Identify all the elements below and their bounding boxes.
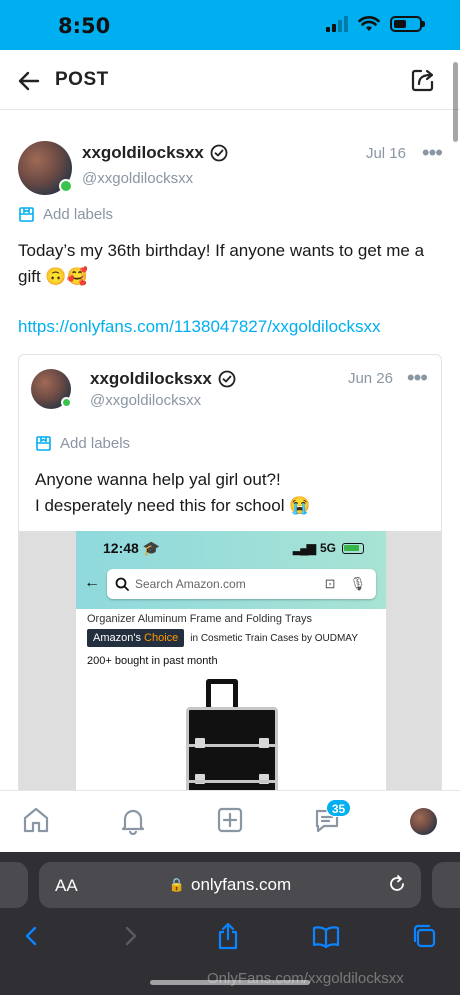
quoted-post[interactable]: xxgoldilocksxx @xxgoldilocksxx Jun 26 ••… [18,354,442,814]
author-handle[interactable]: @xxgoldilocksxx [82,170,193,187]
reload-icon[interactable] [387,874,407,894]
quoted-text-line-1: Anyone wanna help yal girl out?! [35,470,281,489]
messages-count-badge: 35 [326,799,351,817]
verified-icon [210,144,228,162]
quoted-author-name-text: xxgoldilocksxx [90,369,212,388]
bottom-nav: 35 [0,790,460,852]
amazon-choice-badge: Amazon's Choice [87,629,185,647]
amazon-choice-row: Amazon's Choice in Cosmetic Train Cases … [87,629,358,647]
bookmark-label-icon [36,436,51,451]
amazon-status-icons: ▂▄▆ 5G [293,541,364,555]
browser-share-icon[interactable] [214,922,242,950]
back-arrow-icon[interactable] [16,68,42,94]
page-header: POST [0,50,460,110]
microphone-icon: 🎙 [349,576,366,591]
status-icons [326,16,425,32]
amazon-header: 12:48 🎓 ▂▄▆ 5G ← Search Amazon.com ⊡ 🎙 [76,531,386,609]
quoted-avatar[interactable] [31,369,72,409]
quoted-post-date: Jun 26 [347,370,393,387]
add-labels-button[interactable]: Add labels [18,206,113,223]
bookmark-label-icon [19,207,34,222]
browser-back-icon[interactable] [18,922,46,950]
add-post-icon[interactable] [215,805,245,835]
bookmarks-icon[interactable] [312,922,340,950]
quoted-more-options-icon[interactable]: ••• [407,367,428,389]
amazon-search-placeholder: Search Amazon.com [135,577,246,591]
page-scrollbar[interactable] [453,62,458,142]
author-name-text: xxgoldilocksxx [82,143,204,162]
amazon-network-label: 5G [319,541,336,555]
url-text: onlyfans.com [191,875,292,894]
avatar[interactable] [18,141,73,195]
home-icon[interactable] [21,805,51,835]
tabs-icon[interactable] [410,922,438,950]
notifications-bell-icon[interactable] [118,805,148,835]
verified-icon [218,370,236,388]
amazon-search-bar: Search Amazon.com ⊡ 🎙 [107,569,376,599]
quoted-author-name[interactable]: xxgoldilocksxx [90,369,236,389]
quoted-add-labels-button[interactable]: Add labels [35,435,130,452]
amazon-product-title: Organizer Aluminum Frame and Folding Tra… [87,613,312,625]
amazon-battery-icon [342,542,364,554]
amazon-status-time: 12:48 🎓 [103,540,161,556]
browser-forward-icon[interactable] [116,922,144,950]
quoted-post-text: Anyone wanna help yal girl out?! I despe… [35,467,430,519]
online-status-dot [59,179,73,193]
share-icon[interactable] [410,67,436,93]
url-display[interactable]: 🔒 onlyfans.com [39,875,421,895]
amazon-choice-category: in Cosmetic Train Cases by OUDMAY [190,632,358,644]
post-media[interactable]: 12:48 🎓 ▂▄▆ 5G ← Search Amazon.com ⊡ 🎙 O… [19,531,441,813]
post-date: Jul 16 [365,145,406,162]
more-options-icon[interactable]: ••• [422,142,443,164]
quoted-author-handle[interactable]: @xxgoldilocksxx [90,392,201,409]
next-tab-preview[interactable] [432,862,460,908]
signal-icon [326,16,348,32]
lock-icon: 🔒 [168,877,185,892]
author-name[interactable]: xxgoldilocksxx [82,143,228,163]
online-status-dot [61,397,72,408]
status-bar: 8:50 [0,0,460,50]
post-link[interactable]: https://onlyfans.com/1138047827/xxgoldil… [18,317,381,337]
page-title: POST [55,69,109,90]
search-icon [115,577,129,591]
profile-avatar-nav[interactable] [410,808,437,835]
quoted-add-labels-text: Add labels [60,435,131,452]
camera-scan-icon: ⊡ [324,576,336,591]
address-bar[interactable]: AA 🔒 onlyfans.com [39,862,421,908]
post-text: Today’s my 36th birthday! If anyone want… [18,241,425,286]
wifi-icon [358,16,380,31]
amazon-screenshot-image: 12:48 🎓 ▂▄▆ 5G ← Search Amazon.com ⊡ 🎙 O… [76,531,386,813]
amazon-back-icon: ← [84,574,100,591]
status-time: 8:50 [58,14,111,38]
add-labels-text: Add labels [43,206,114,223]
quoted-text-line-2: I desperately need this for school 😭 [35,496,311,515]
home-indicator[interactable] [150,980,310,985]
battery-icon [390,16,425,32]
previous-tab-preview[interactable] [0,862,28,908]
amazon-bought-count: 200+ bought in past month [87,655,218,667]
